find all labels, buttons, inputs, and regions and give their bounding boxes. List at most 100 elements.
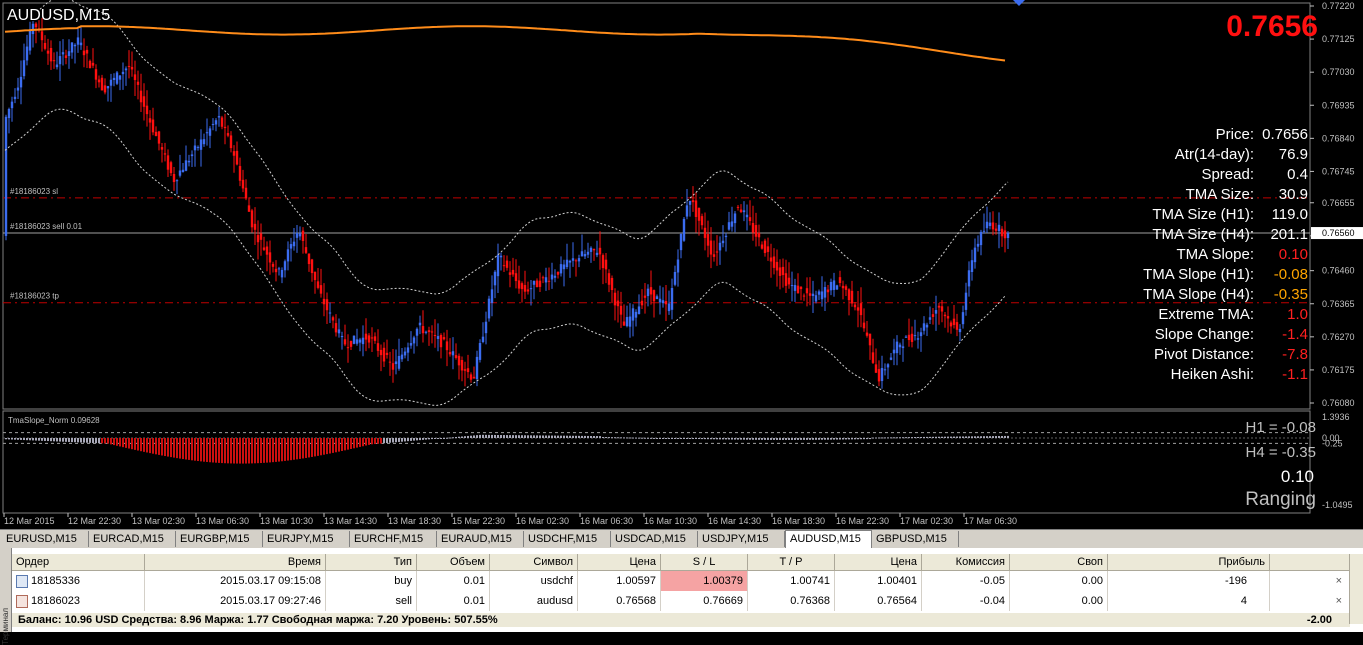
chart-tab[interactable]: EURAUD,M15 [437, 531, 524, 547]
indicator-bar [467, 435, 469, 438]
order-row[interactable]: 18185336 2015.03.17 09:15:08 buy 0.01 usdchf… [12, 571, 1350, 591]
indicator-bar [824, 438, 826, 440]
indicator-bar [896, 437, 898, 439]
close-order-icon[interactable]: × [1336, 591, 1342, 611]
indicator-bar [962, 436, 964, 438]
column-header[interactable]: T / P [748, 554, 835, 570]
indicator-bar [197, 438, 199, 462]
price-tick-label: 0.76840 [1322, 133, 1355, 143]
indicator-bar [926, 436, 928, 438]
orders-scrollbar[interactable] [1349, 554, 1363, 624]
indicator-bar [932, 436, 934, 438]
column-header[interactable]: S / L [661, 554, 748, 570]
chart-tab[interactable]: EURCHF,M15 [350, 531, 437, 547]
chart-tab[interactable]: EURGBP,M15 [176, 531, 263, 547]
indicator-bar [335, 438, 337, 453]
column-header[interactable]: Комиссия [922, 554, 1010, 570]
indicator-bar [797, 438, 799, 440]
indicator-bar [941, 436, 943, 438]
chart-tab[interactable]: EURJPY,M15 [263, 531, 350, 547]
indicator-bar [671, 438, 673, 439]
indicator-bar [203, 438, 205, 462]
candle-body [901, 346, 905, 349]
indicator-bar [767, 438, 769, 440]
candle-body [25, 46, 29, 61]
candle-body [976, 243, 980, 247]
chart-tab[interactable]: USDJPY,M15 [698, 531, 785, 547]
candle-body [694, 200, 698, 217]
candle-body [664, 300, 668, 305]
close-order-icon[interactable]: × [1336, 571, 1342, 591]
candle-body [73, 44, 77, 47]
indicator-bar [23, 438, 25, 441]
indicator-bar [908, 437, 910, 439]
chart-tab[interactable]: EURUSD,M15 [2, 531, 89, 547]
indicator-bar [518, 435, 520, 438]
info-label: TMA Slope (H4): [1143, 286, 1254, 303]
order-row[interactable]: 18186023 2015.03.17 09:27:46 sell 0.01 audus… [12, 591, 1350, 611]
candle-body [307, 253, 311, 265]
indicator-bar [20, 438, 22, 440]
candle-body [865, 332, 869, 336]
chart-canvas[interactable]: 0.77220 0.77125 0.77030 0.76935 0.76840 0.767… [0, 0, 1363, 528]
candle-body [871, 352, 875, 363]
chart-tab[interactable]: AUDUSD,M15 [785, 530, 872, 549]
chart-tab[interactable]: EURCAD,M15 [89, 531, 176, 547]
order-cell-sl: 0.76669 [661, 591, 748, 611]
candle-body [259, 233, 263, 240]
candle-body [109, 79, 113, 86]
candle-body [4, 116, 8, 236]
indicator-bar [815, 438, 817, 440]
indicator-bar [68, 438, 70, 442]
candle-body [541, 277, 545, 279]
column-header[interactable]: Время [145, 554, 326, 570]
candle-body [484, 321, 488, 334]
candle-body [94, 69, 98, 80]
chart-tab[interactable]: GBPUSD,M15 [872, 531, 959, 547]
order-cell-profit: -196 [1108, 571, 1270, 591]
column-header[interactable]: Цена [835, 554, 922, 570]
indicator-bar [971, 436, 973, 438]
candle-body [514, 273, 518, 282]
candle-body [202, 139, 206, 145]
indicator-bar [416, 438, 418, 441]
indicator-bar [749, 438, 751, 440]
indicator-bar [368, 438, 370, 445]
column-header[interactable]: Ордер [12, 554, 145, 570]
time-tick-label: 17 Mar 06:30 [964, 516, 1017, 526]
order-cell-price: 1.00597 [578, 571, 661, 591]
indicator-bar [884, 437, 886, 439]
candle-body [286, 249, 290, 262]
candle-body [508, 272, 512, 275]
candle-body [862, 322, 866, 329]
candle-body [616, 300, 620, 307]
column-header[interactable]: Объем [417, 554, 490, 570]
indicator-bar [29, 438, 31, 441]
indicator-bar [215, 438, 217, 463]
column-header[interactable]: Тип [326, 554, 417, 570]
candle-body [886, 364, 890, 368]
candle-body [388, 361, 392, 363]
indicator-bar [149, 438, 151, 454]
column-header[interactable]: Прибыль [1108, 554, 1270, 570]
column-header[interactable]: Своп [1010, 554, 1108, 570]
price-tick-label: 0.76270 [1322, 332, 1355, 342]
indicator-bar [158, 438, 160, 455]
indicator-bar [311, 438, 313, 457]
order-cell-time: 2015.03.17 09:15:08 [145, 571, 326, 591]
chart-tab[interactable]: USDCAD,M15 [611, 531, 698, 547]
chart-tab[interactable]: USDCHF,M15 [524, 531, 611, 547]
terminal-side-bar[interactable]: Терминал [0, 548, 12, 645]
column-header[interactable]: Цена [578, 554, 661, 570]
column-header[interactable]: Символ [490, 554, 578, 570]
indicator-bar [701, 438, 703, 440]
indicator-bar [566, 435, 568, 438]
candle-body [955, 322, 959, 330]
indicator-bar [587, 435, 589, 438]
price-chart[interactable]: 0.77220 0.77125 0.77030 0.76935 0.76840 0.767… [0, 0, 1363, 528]
indicator-bar [95, 438, 97, 444]
indicator-bar [479, 434, 481, 438]
info-value: 30.9 [1279, 186, 1308, 203]
candle-body [583, 254, 587, 257]
indicator-bar [155, 438, 157, 455]
